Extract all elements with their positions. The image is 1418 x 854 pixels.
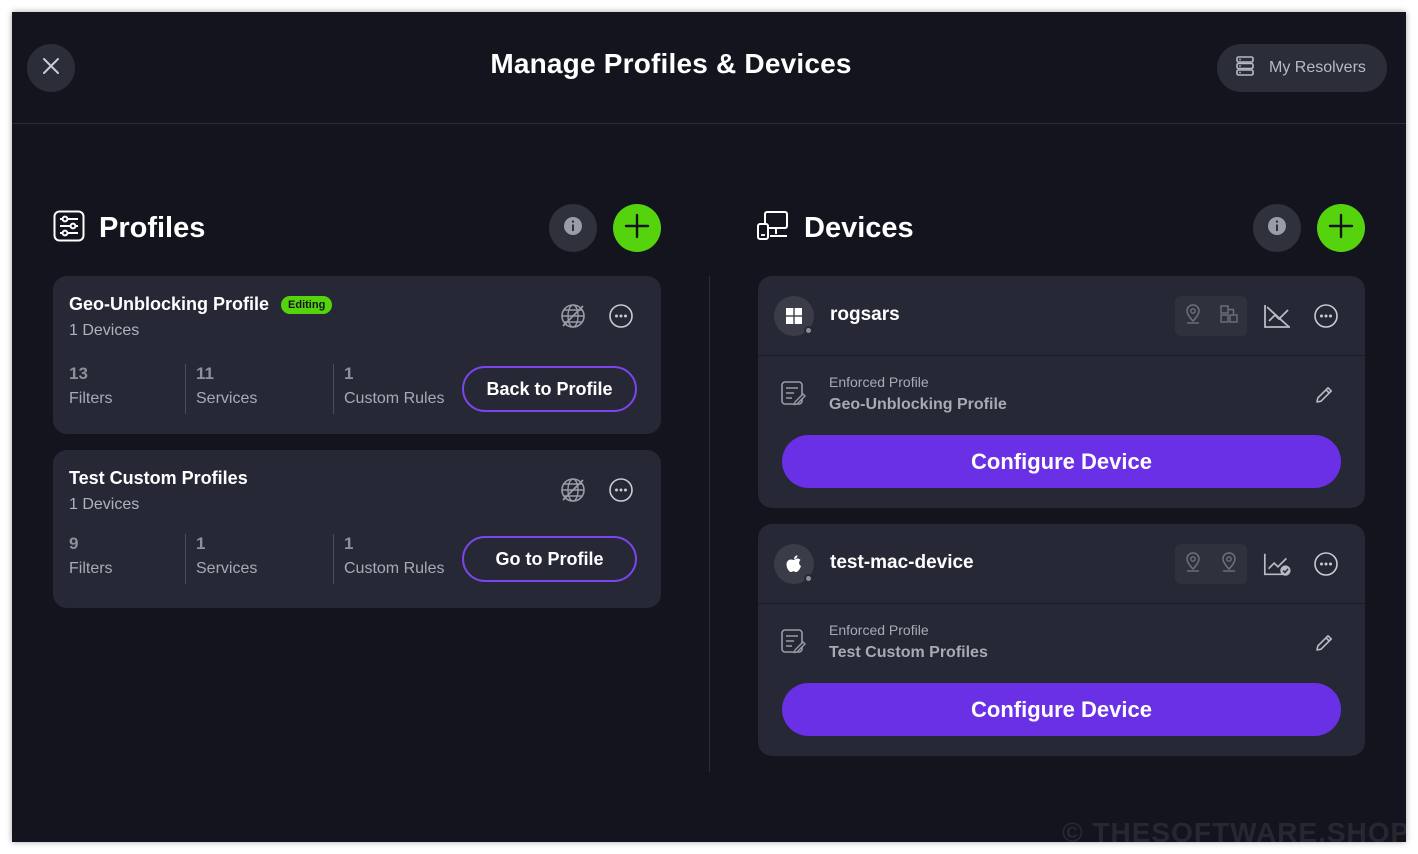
device-name: test-mac-device bbox=[830, 552, 974, 573]
add-device-button[interactable] bbox=[1317, 204, 1365, 252]
profiles-header: Profiles bbox=[53, 204, 205, 252]
enforced-profile-value: Test Custom Profiles bbox=[829, 644, 988, 661]
device-card: rogsars Enforced Profile Geo-Unblocking … bbox=[758, 276, 1365, 508]
filters-count: 9 bbox=[69, 534, 79, 553]
add-profile-button[interactable] bbox=[613, 204, 661, 252]
custom-rules-stat: 1 Custom Rules bbox=[333, 364, 444, 414]
network-icon[interactable] bbox=[1219, 304, 1239, 329]
services-label: Services bbox=[196, 560, 258, 577]
profiles-icon bbox=[53, 210, 85, 247]
enforced-profile-label: Enforced Profile bbox=[829, 374, 929, 390]
plus-icon bbox=[624, 213, 650, 244]
more-options-icon[interactable] bbox=[1311, 549, 1341, 579]
page-title: Manage Profiles & Devices bbox=[490, 48, 852, 79]
watermark: © THESOFTWARE.SHOP bbox=[1062, 817, 1406, 842]
devices-info-button[interactable] bbox=[1253, 204, 1301, 252]
manage-window: Manage Profiles & Devices My Resolvers P… bbox=[12, 12, 1406, 842]
profiles-title: Profiles bbox=[99, 211, 206, 244]
services-stat: 1 Services bbox=[185, 534, 257, 584]
profile-name-text: Geo-Unblocking Profile bbox=[69, 294, 270, 314]
configure-device-button[interactable]: Configure Device bbox=[782, 435, 1341, 488]
geo-unblocking-icon[interactable] bbox=[559, 302, 587, 330]
profile-device-count: 1 Devices bbox=[69, 322, 140, 339]
back-to-profile-button[interactable]: Back to Profile bbox=[462, 366, 637, 412]
more-options-icon[interactable] bbox=[607, 476, 635, 504]
location-icon[interactable] bbox=[1220, 551, 1238, 578]
my-resolvers-button[interactable]: My Resolvers bbox=[1217, 44, 1387, 92]
custom-rules-label: Custom Rules bbox=[344, 560, 445, 577]
analytics-off-icon[interactable] bbox=[1262, 301, 1292, 331]
header: Manage Profiles & Devices My Resolvers bbox=[12, 12, 1406, 124]
editing-badge: Editing bbox=[281, 295, 333, 314]
filters-stat: 13 Filters bbox=[59, 364, 113, 414]
enforced-profile-value: Geo-Unblocking Profile bbox=[829, 396, 1007, 413]
my-resolvers-label: My Resolvers bbox=[1269, 59, 1366, 76]
info-icon bbox=[563, 216, 583, 241]
column-divider bbox=[709, 276, 710, 772]
configure-device-button[interactable]: Configure Device bbox=[782, 683, 1341, 736]
server-icon bbox=[1235, 55, 1255, 82]
device-name: rogsars bbox=[830, 304, 900, 325]
custom-rules-label: Custom Rules bbox=[344, 390, 445, 407]
analytics-enabled-icon[interactable] bbox=[1262, 549, 1292, 579]
custom-rules-stat: 1 Custom Rules bbox=[333, 534, 444, 584]
profile-card: Geo-Unblocking Profile Editing 1 Devices… bbox=[53, 276, 661, 434]
geo-unblocking-icon[interactable] bbox=[559, 476, 587, 504]
location-icon[interactable] bbox=[1184, 303, 1202, 330]
devices-icon bbox=[756, 210, 790, 247]
device-status-group bbox=[1175, 544, 1247, 584]
custom-rules-count: 1 bbox=[344, 534, 354, 553]
devices-title: Devices bbox=[804, 211, 914, 244]
more-options-icon[interactable] bbox=[607, 302, 635, 330]
device-card-header: rogsars bbox=[758, 276, 1365, 356]
profile-device-count: 1 Devices bbox=[69, 496, 140, 513]
status-dot bbox=[804, 574, 813, 583]
device-card: test-mac-device Enforced Profile Test Cu… bbox=[758, 524, 1365, 756]
go-to-profile-button[interactable]: Go to Profile bbox=[462, 536, 637, 582]
more-options-icon[interactable] bbox=[1311, 301, 1341, 331]
services-count: 11 bbox=[196, 364, 214, 383]
filters-label: Filters bbox=[69, 560, 113, 577]
services-stat: 11 Services bbox=[185, 364, 257, 414]
device-status-group bbox=[1175, 296, 1247, 336]
status-dot bbox=[804, 326, 813, 335]
profiles-info-button[interactable] bbox=[549, 204, 597, 252]
profile-card: Test Custom Profiles 1 Devices 9 Filters… bbox=[53, 450, 661, 608]
filters-stat: 9 Filters bbox=[59, 534, 113, 584]
enforced-profile-label: Enforced Profile bbox=[829, 622, 929, 638]
pencil-icon[interactable] bbox=[1313, 632, 1335, 659]
devices-header: Devices bbox=[756, 204, 914, 252]
location-icon[interactable] bbox=[1184, 551, 1202, 578]
profile-name-text: Test Custom Profiles bbox=[69, 468, 248, 488]
custom-rules-count: 1 bbox=[344, 364, 354, 383]
filters-label: Filters bbox=[69, 390, 113, 407]
services-count: 1 bbox=[196, 534, 206, 553]
plus-icon bbox=[1328, 213, 1354, 244]
pencil-icon[interactable] bbox=[1313, 384, 1335, 411]
device-card-header: test-mac-device bbox=[758, 524, 1365, 604]
info-icon bbox=[1267, 216, 1287, 241]
profile-name: Geo-Unblocking Profile Editing bbox=[69, 294, 333, 315]
profile-name: Test Custom Profiles bbox=[69, 468, 248, 489]
services-label: Services bbox=[196, 390, 258, 407]
enforced-profile-icon bbox=[780, 380, 806, 413]
enforced-profile-icon bbox=[780, 628, 806, 661]
filters-count: 13 bbox=[69, 364, 88, 383]
